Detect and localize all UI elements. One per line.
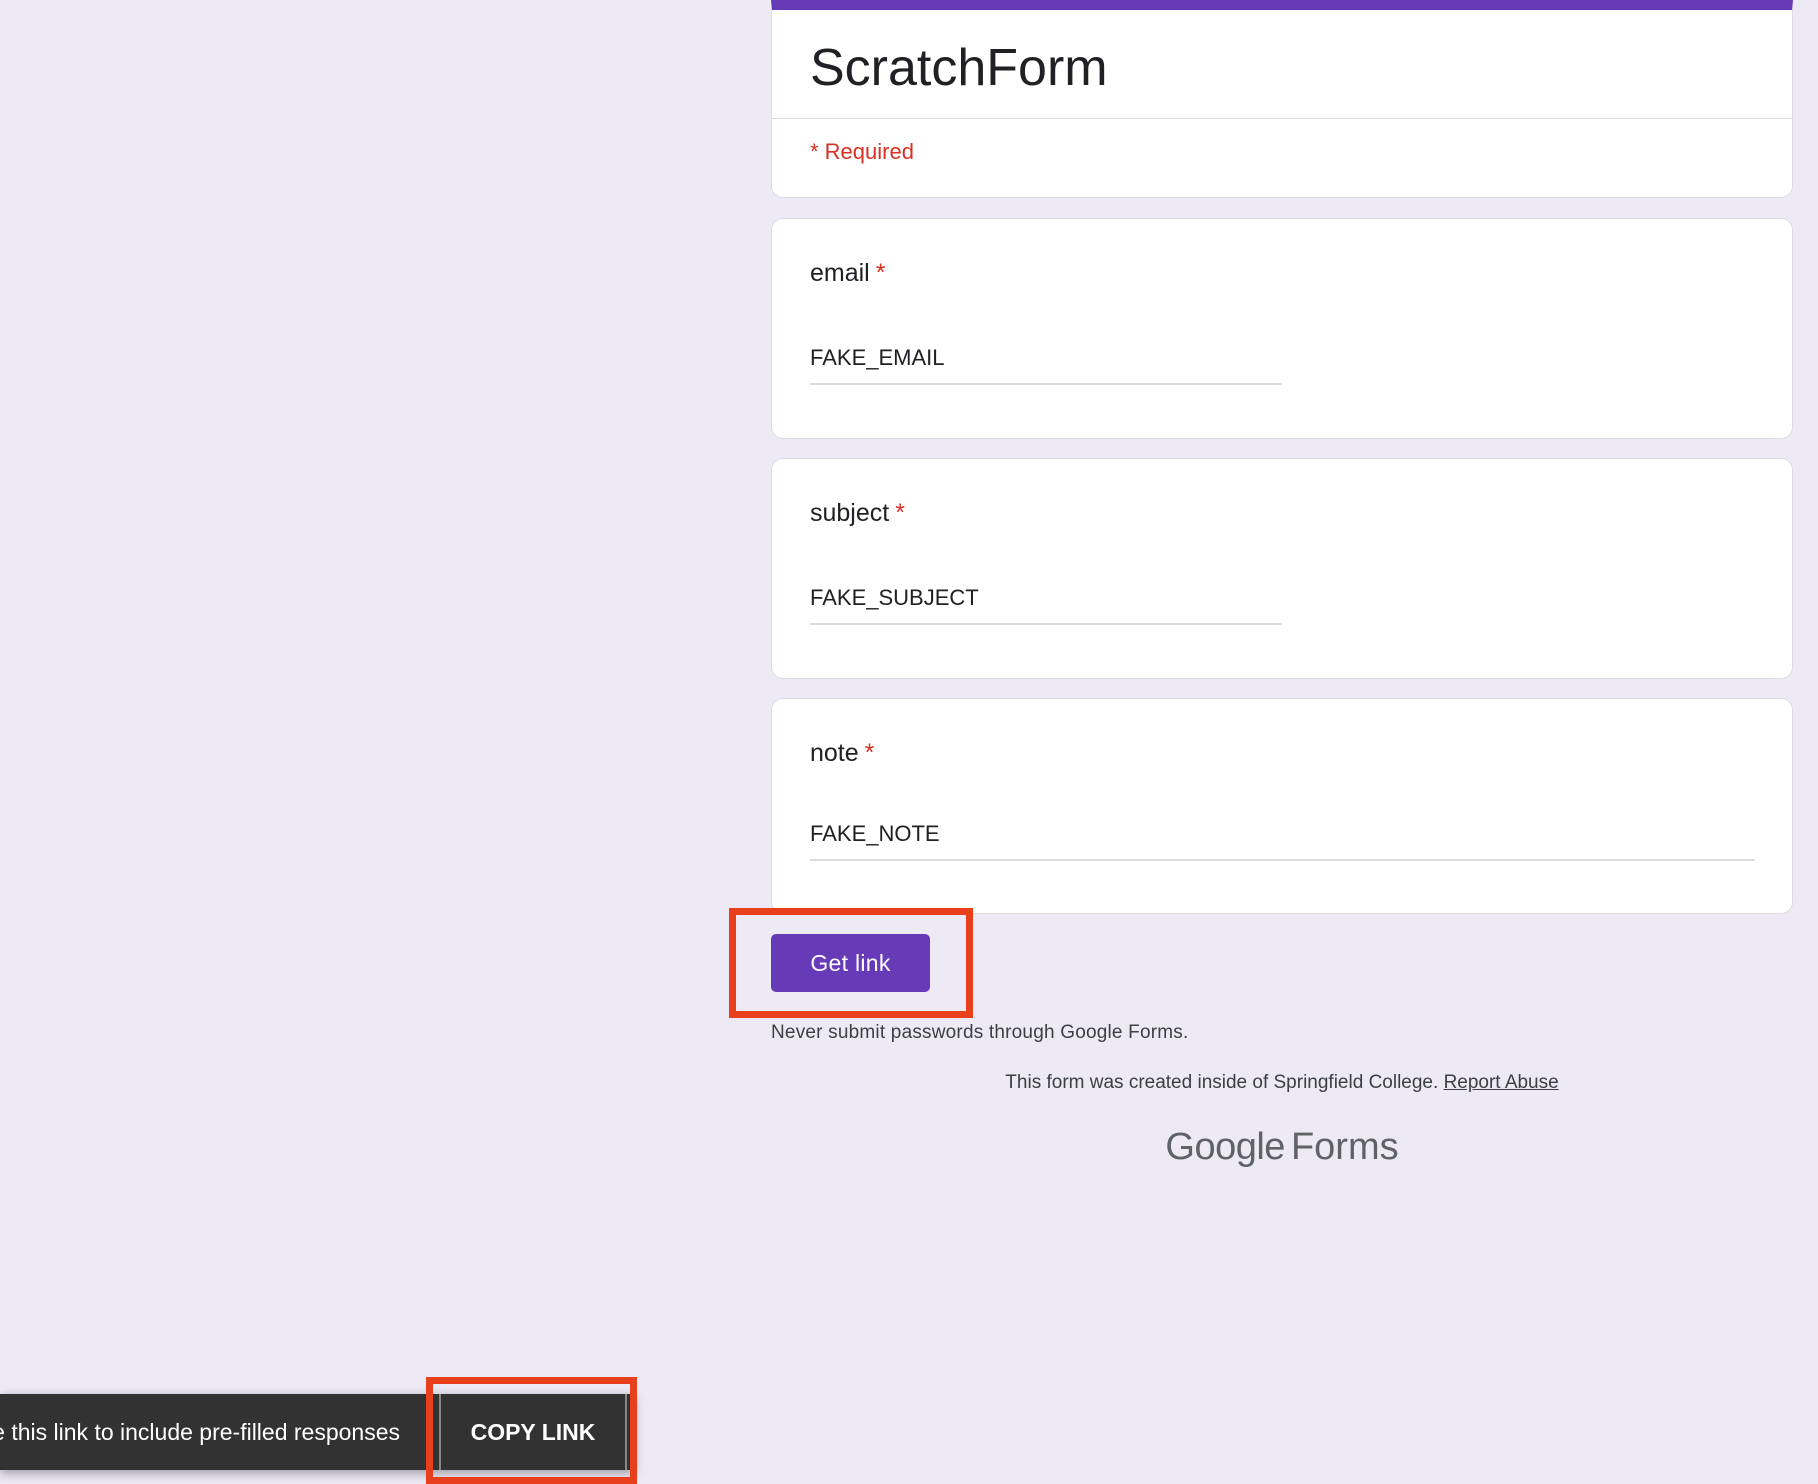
form-title: ScratchForm <box>810 39 1108 97</box>
email-field[interactable]: FAKE_EMAIL <box>810 341 1282 385</box>
question-title: email <box>810 259 870 287</box>
snackbar-message: Share this link to include pre-filled re… <box>0 1419 400 1445</box>
required-asterisk: * <box>895 499 905 527</box>
question-title: note <box>810 739 859 767</box>
brand-forms-text: Forms <box>1290 1126 1399 1168</box>
question-card-email: email * FAKE_EMAIL <box>771 218 1793 439</box>
question-card-note: note * FAKE_NOTE <box>771 698 1793 914</box>
question-label-note: note * <box>810 739 874 768</box>
question-label-subject: subject * <box>810 499 905 528</box>
highlight-box-copy-link <box>426 1377 637 1484</box>
question-title: subject <box>810 499 890 527</box>
password-warning: Never submit passwords through Google Fo… <box>771 1022 1189 1043</box>
form-header-card: ScratchForm * Required <box>771 0 1793 198</box>
subject-field[interactable]: FAKE_SUBJECT <box>810 581 1282 625</box>
question-card-subject: subject * FAKE_SUBJECT <box>771 458 1793 679</box>
google-forms-logo[interactable]: Google Forms <box>771 1126 1793 1169</box>
required-note: * Required <box>810 139 914 164</box>
brand-google-text: Google <box>1165 1126 1285 1168</box>
note-field[interactable]: FAKE_NOTE <box>810 817 1755 861</box>
created-inside-note: This form was created inside of Springfi… <box>771 1072 1793 1094</box>
question-label-email: email * <box>810 259 885 288</box>
header-divider <box>772 118 1792 119</box>
created-inside-text: This form was created inside of Springfi… <box>1005 1072 1439 1093</box>
required-asterisk: * <box>864 739 875 767</box>
report-abuse-link[interactable]: Report Abuse <box>1444 1072 1559 1093</box>
get-link-button[interactable]: Get link <box>771 934 930 992</box>
required-asterisk: * <box>875 259 886 287</box>
